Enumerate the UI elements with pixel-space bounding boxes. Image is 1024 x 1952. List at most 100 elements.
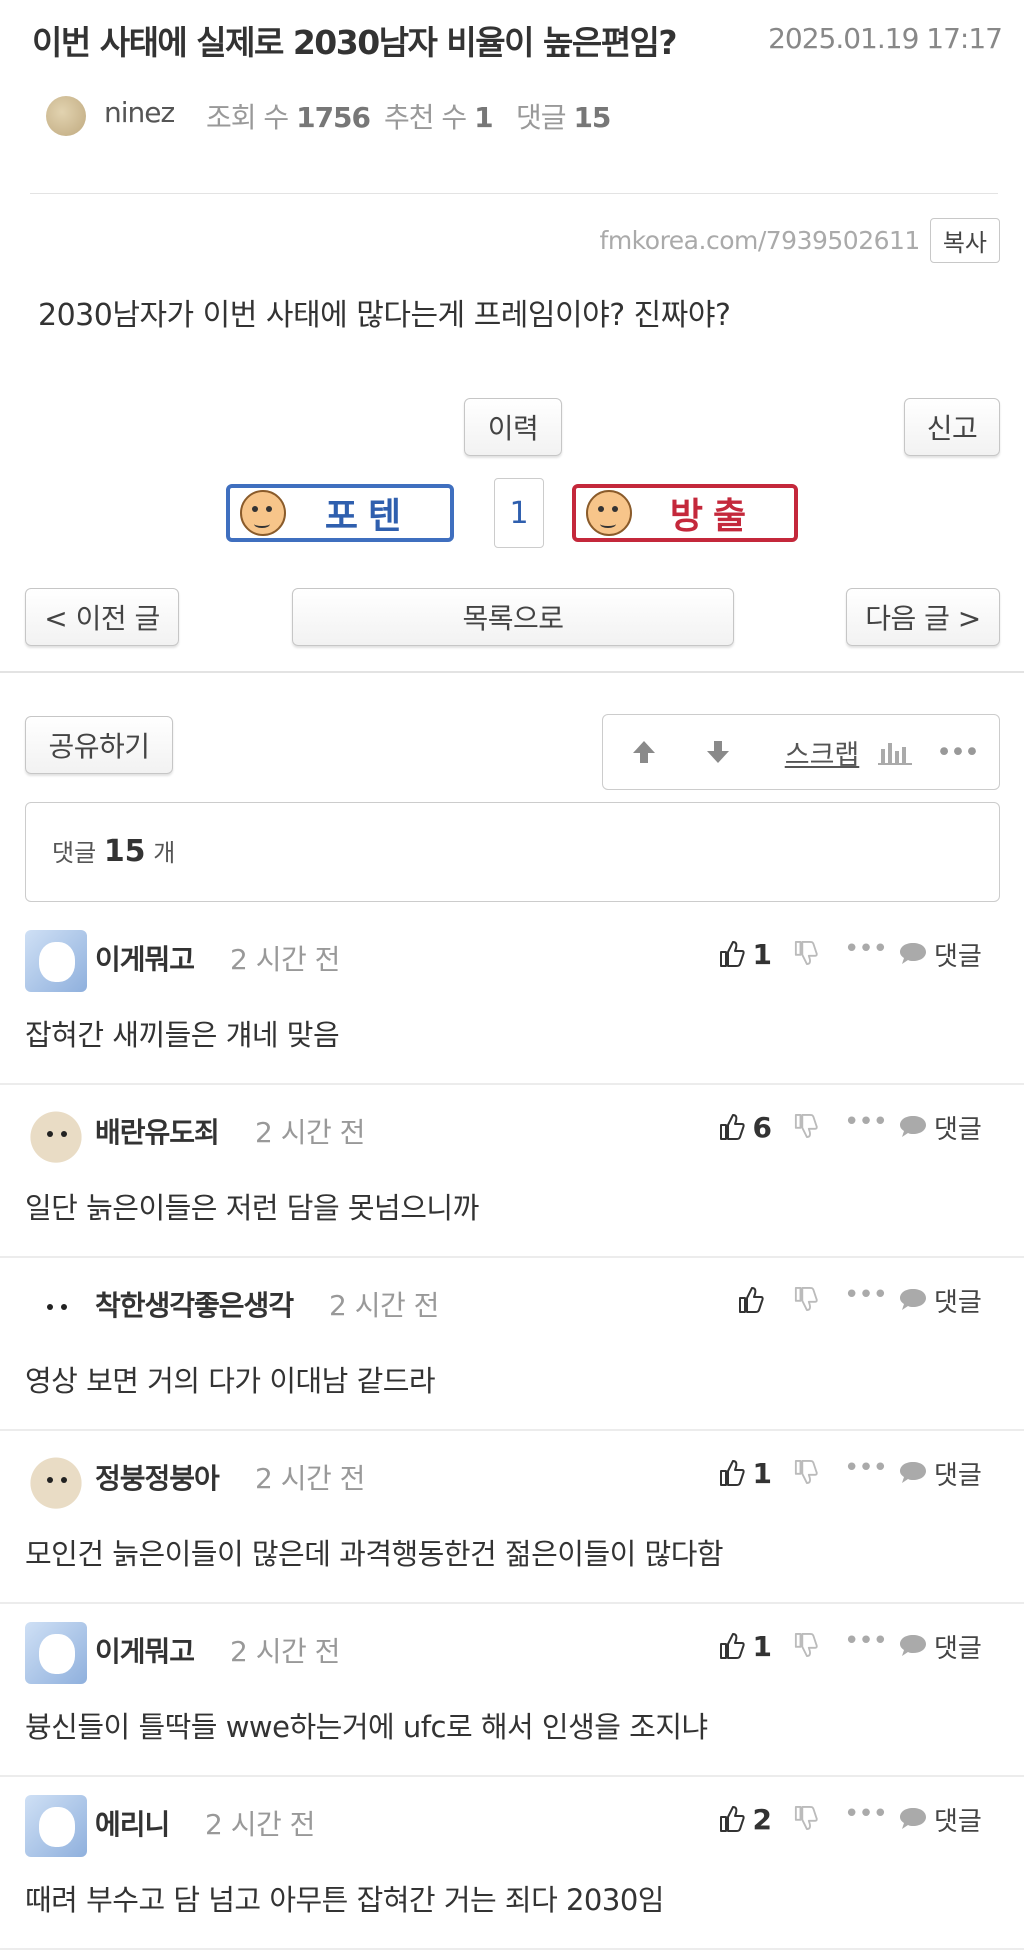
commenter-name[interactable]: 에리니 (95, 1803, 170, 1843)
like-button[interactable]: 2 (702, 1797, 772, 1841)
comment-item: 에리니 2 시간 전 2 ••• 댓글 때려 부수고 담 넘고 아무튼 잡혀간 … (0, 1777, 1024, 1950)
thumbs-down-icon[interactable] (794, 940, 818, 970)
share-button[interactable]: 공유하기 (25, 716, 173, 774)
comment-item: 이게뭐고 2 시간 전 1 ••• 댓글 잡혀간 새끼들은 걔네 맞음 (0, 912, 1024, 1085)
divider (30, 193, 998, 194)
speech-bubble-icon (900, 1462, 926, 1483)
like-button[interactable]: 6 (702, 1105, 772, 1149)
next-post-button[interactable]: 다음 글 > (846, 588, 1000, 646)
thumbs-down-icon[interactable] (794, 1805, 818, 1835)
more-icon[interactable]: ••• (844, 1799, 888, 1829)
comment-time: 2 시간 전 (205, 1808, 315, 1841)
comment-count-box: 댓글 15 개 (25, 802, 1000, 902)
speech-bubble-icon (900, 1808, 926, 1829)
like-button[interactable]: 1 (702, 1624, 772, 1668)
reply-button[interactable]: 댓글 (898, 1624, 982, 1668)
thumbs-up-icon (719, 1460, 745, 1486)
comment-time: 2 시간 전 (230, 1635, 340, 1668)
list-button[interactable]: 목록으로 (292, 588, 734, 646)
commenter-avatar[interactable] (25, 1449, 87, 1511)
speech-bubble-icon (900, 943, 926, 964)
arrow-up-icon[interactable] (617, 715, 671, 789)
comment-time: 2 시간 전 (255, 1116, 365, 1149)
thumbs-up-icon (719, 1806, 745, 1832)
post-title: 이번 사태에 실제로 2030남자 비율이 높은편임? (32, 23, 678, 62)
vote-up-button[interactable]: 포텐 (226, 484, 454, 542)
thumbs-up-icon (719, 941, 745, 967)
thumbs-down-icon[interactable] (794, 1632, 818, 1662)
comment-item: 이게뭐고 2 시간 전 1 ••• 댓글 븅신들이 틀딱들 wwe하는거에 uf… (0, 1604, 1024, 1777)
reply-button[interactable]: 댓글 (898, 1797, 982, 1841)
commenter-avatar[interactable] (25, 1622, 87, 1684)
thumbs-down-face-icon (586, 490, 632, 536)
comment-text: 영상 보면 거의 다가 이대남 같드라 (25, 1364, 436, 1398)
commenter-avatar[interactable] (25, 1795, 87, 1857)
author-avatar[interactable] (46, 96, 86, 136)
vote-down-button[interactable]: 방출 (572, 484, 798, 542)
speech-bubble-icon (900, 1635, 926, 1656)
like-button[interactable] (702, 1278, 772, 1322)
post-body: 2030남자가 이번 사태에 많다는게 프레임이야? 진짜야? (38, 298, 731, 333)
more-icon[interactable]: ••• (844, 1626, 888, 1656)
post-header: 이번 사태에 실제로 2030남자 비율이 높은편임? 2025.01.19 1… (32, 14, 1003, 64)
recommend-count: 추천 수 1 (384, 101, 494, 134)
history-button[interactable]: 이력 (464, 398, 562, 456)
section-divider (0, 671, 1024, 673)
speech-bubble-icon (900, 1116, 926, 1137)
vote-count: 1 (494, 478, 544, 548)
comment-actions: 1 ••• 댓글 (702, 1451, 1002, 1495)
like-count: 1 (752, 1456, 772, 1490)
thumbs-down-icon[interactable] (794, 1286, 818, 1316)
commenter-avatar[interactable] (25, 1103, 87, 1165)
comment-actions: 2 ••• 댓글 (702, 1797, 1002, 1841)
post-meta: ninez 조회 수 1756 추천 수 1 댓글 15 (46, 90, 946, 140)
reply-button[interactable]: 댓글 (898, 1105, 982, 1149)
comment-actions: 1 ••• 댓글 (702, 932, 1002, 976)
post-url[interactable]: fmkorea.com/7939502611 (600, 226, 921, 255)
thumbs-down-icon[interactable] (794, 1459, 818, 1489)
commenter-name[interactable]: 이게뭐고 (95, 938, 195, 978)
commenter-name[interactable]: 정붕정붕아 (95, 1457, 220, 1497)
view-count: 조회 수 1756 (206, 101, 371, 134)
more-icon[interactable]: ••• (844, 1107, 888, 1137)
commenter-avatar[interactable] (25, 1276, 87, 1338)
scrap-button[interactable]: 스크랩 (763, 715, 881, 789)
reply-button[interactable]: 댓글 (898, 932, 982, 976)
author-name[interactable]: ninez (104, 96, 175, 129)
comment-actions: ••• 댓글 (702, 1278, 1002, 1322)
report-button[interactable]: 신고 (904, 398, 1000, 456)
comment-text: 잡혀간 새끼들은 걔네 맞음 (25, 1018, 340, 1052)
post-date: 2025.01.19 17:17 (768, 22, 1003, 55)
thumbs-down-icon[interactable] (794, 1113, 818, 1143)
vote-up-label: 포텐 (324, 496, 412, 537)
more-icon[interactable]: ••• (844, 1280, 888, 1310)
comment-item: 배란유도죄 2 시간 전 6 ••• 댓글 일단 늙은이들은 저런 담을 못넘으… (0, 1085, 1024, 1258)
commenter-name[interactable]: 배란유도죄 (95, 1111, 220, 1151)
commenter-name[interactable]: 착한생각좋은생각 (95, 1284, 294, 1324)
thumbs-up-icon (719, 1633, 745, 1659)
comment-item: 착한생각좋은생각 2 시간 전 ••• 댓글 영상 보면 거의 다가 이대남 같… (0, 1258, 1024, 1431)
like-button[interactable]: 1 (702, 932, 772, 976)
like-button[interactable]: 1 (702, 1451, 772, 1495)
more-icon[interactable]: ••• (844, 934, 888, 964)
post-toolbar: 스크랩 ••• (602, 714, 1000, 790)
like-count: 1 (752, 937, 772, 971)
more-icon[interactable]: ••• (844, 1453, 888, 1483)
commenter-name[interactable]: 이게뭐고 (95, 1630, 195, 1670)
prev-post-button[interactable]: < 이전 글 (25, 588, 179, 646)
comment-text: 븅신들이 틀딱들 wwe하는거에 ufc로 해서 인생을 조지냐 (25, 1710, 708, 1744)
comment-text: 때려 부수고 담 넘고 아무튼 잡혀간 거는 죄다 2030임 (25, 1883, 664, 1917)
stats-icon[interactable] (865, 715, 925, 789)
comment-time: 2 시간 전 (329, 1289, 439, 1322)
more-icon[interactable]: ••• (927, 715, 987, 789)
commenter-avatar[interactable] (25, 930, 87, 992)
like-count: 2 (752, 1802, 772, 1836)
reply-button[interactable]: 댓글 (898, 1278, 982, 1322)
arrow-down-icon[interactable] (691, 715, 745, 789)
thumbs-up-icon (739, 1287, 764, 1313)
copy-url-button[interactable]: 복사 (929, 217, 1000, 263)
thumbs-up-icon (719, 1114, 745, 1140)
comment-count-label: 댓글 15 개 (52, 834, 176, 869)
reply-button[interactable]: 댓글 (898, 1451, 982, 1495)
like-count: 1 (752, 1629, 772, 1663)
